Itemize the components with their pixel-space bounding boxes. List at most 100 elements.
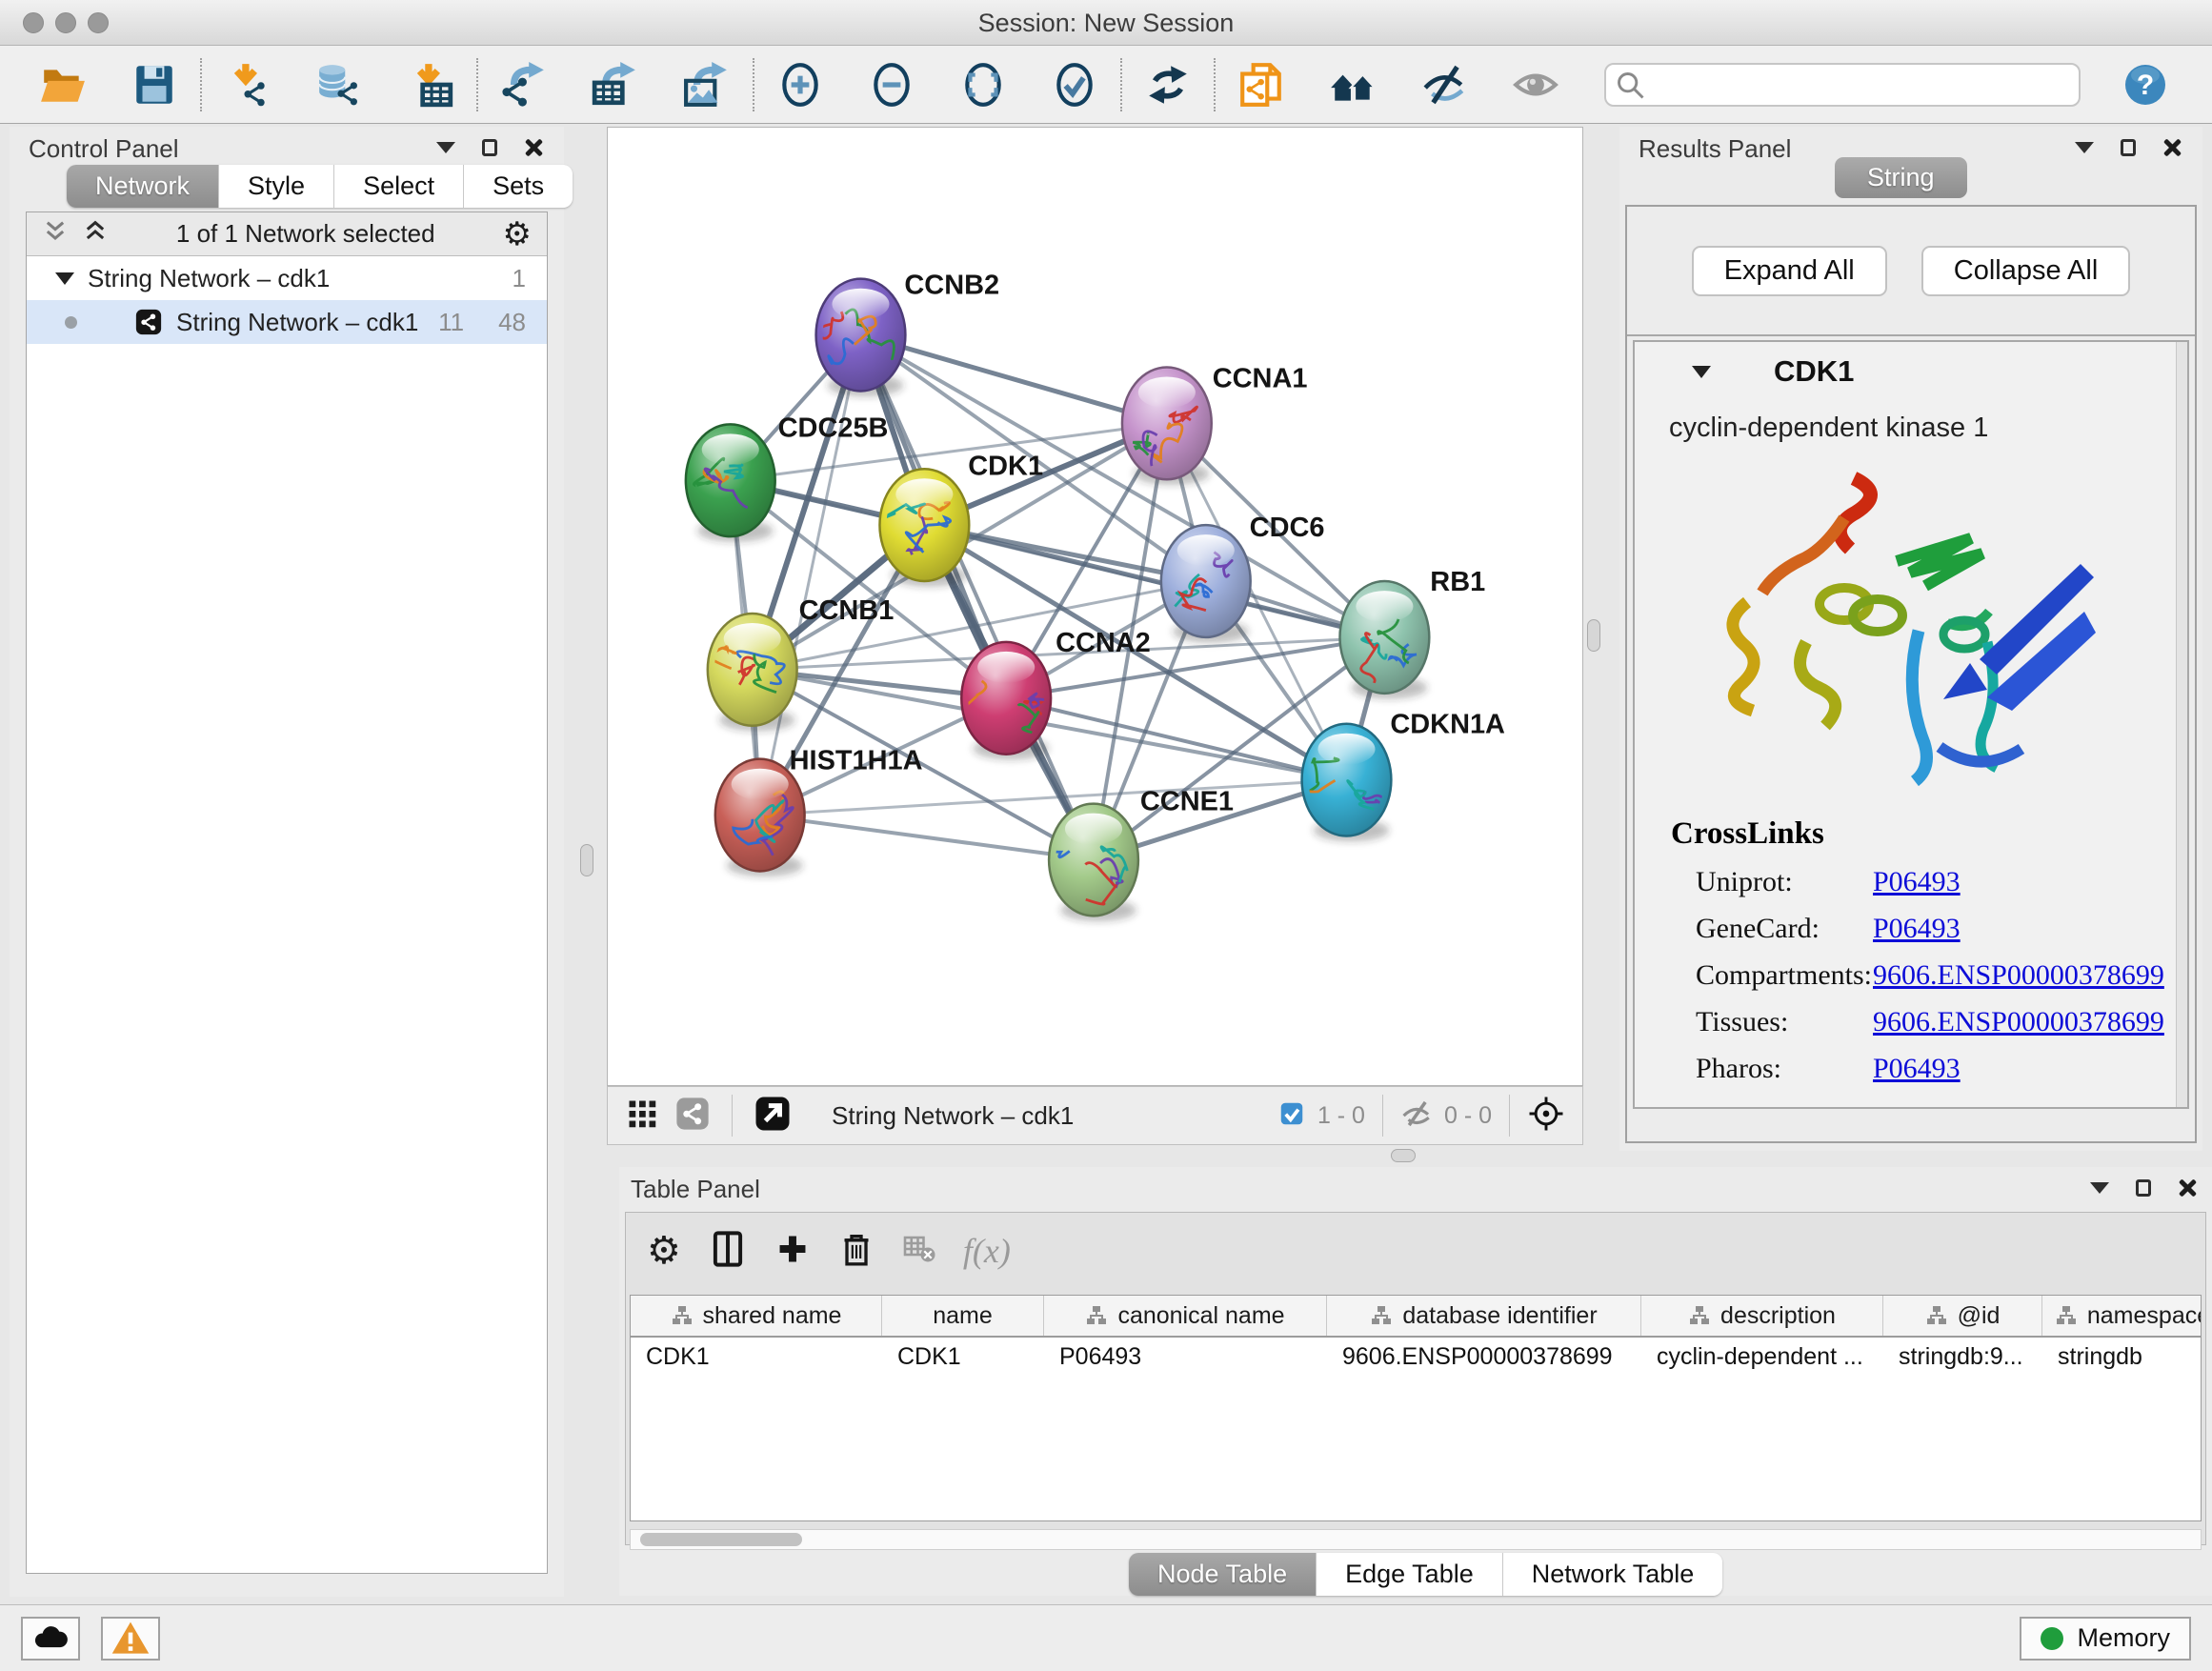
birds-eye-view-icon[interactable] bbox=[754, 1095, 792, 1137]
edge-CCNB2-CCNA1[interactable] bbox=[860, 335, 1166, 424]
search-input[interactable] bbox=[1604, 63, 2081, 107]
save-session-button[interactable] bbox=[130, 60, 179, 110]
node-RB1[interactable]: RB1 bbox=[1339, 567, 1485, 699]
node-CCNB2[interactable]: CCNB2 bbox=[815, 271, 999, 397]
toolbar-separator bbox=[753, 58, 754, 111]
column-header-name[interactable]: name bbox=[882, 1296, 1044, 1336]
window-title: Session: New Session bbox=[0, 9, 2212, 38]
warning-button[interactable] bbox=[101, 1617, 160, 1661]
network-row[interactable]: String Network – cdk1 11 48 bbox=[27, 300, 547, 344]
node-CCNA1[interactable]: CCNA1 bbox=[1122, 363, 1307, 485]
crosslink-link[interactable]: P06493 bbox=[1873, 1053, 1961, 1084]
tab-string[interactable]: String bbox=[1835, 157, 1967, 198]
node-CDC6[interactable]: CDC6 bbox=[1161, 513, 1325, 643]
node-label-HIST1H1A: HIST1H1A bbox=[790, 746, 923, 776]
gene-collapse-icon[interactable] bbox=[1692, 366, 1711, 378]
panel-close-icon[interactable] bbox=[524, 138, 543, 157]
results-menu-icon[interactable] bbox=[2075, 142, 2094, 153]
zoom-selected-button[interactable] bbox=[1050, 60, 1099, 110]
grid-view-icon[interactable] bbox=[625, 1097, 659, 1136]
open-file-button[interactable] bbox=[38, 60, 88, 110]
table-menu-icon[interactable] bbox=[2090, 1182, 2109, 1194]
column-header-label: canonical name bbox=[1117, 1302, 1284, 1330]
network-options-gear-icon[interactable]: ⚙ bbox=[503, 218, 532, 251]
selected-nodes-checkbox-icon[interactable] bbox=[1277, 1099, 1306, 1133]
collapse-all-icon[interactable] bbox=[42, 218, 69, 250]
string-network-gray-icon[interactable] bbox=[674, 1096, 711, 1137]
delete-column-trash-icon[interactable] bbox=[837, 1230, 875, 1273]
import-table-file-button[interactable] bbox=[406, 60, 455, 110]
export-table-button[interactable] bbox=[591, 60, 640, 110]
column-header-label: namespace bbox=[2087, 1302, 2202, 1330]
expand-all-button[interactable]: Expand All bbox=[1692, 246, 1887, 296]
import-network-database-button[interactable] bbox=[314, 60, 364, 110]
tab-network-table[interactable]: Network Table bbox=[1503, 1553, 1723, 1596]
cloud-button[interactable] bbox=[21, 1617, 80, 1661]
crosslink-link[interactable]: P06493 bbox=[1873, 866, 1961, 897]
refresh-view-button[interactable] bbox=[1143, 60, 1193, 110]
zoom-out-button[interactable] bbox=[867, 60, 916, 110]
tab-style[interactable]: Style bbox=[219, 165, 334, 208]
home-networks-button[interactable] bbox=[1328, 60, 1377, 110]
tab-edge-table[interactable]: Edge Table bbox=[1317, 1553, 1503, 1596]
add-column-icon[interactable] bbox=[774, 1231, 811, 1272]
memory-button[interactable]: Memory bbox=[2020, 1617, 2191, 1661]
edge-HIST1H1A-CCNE1[interactable] bbox=[760, 815, 1094, 860]
column-header-canonical-name[interactable]: canonical name bbox=[1044, 1296, 1327, 1336]
save-session-icon bbox=[131, 61, 178, 109]
table-float-icon[interactable] bbox=[2136, 1179, 2151, 1197]
import-network-file-button[interactable] bbox=[223, 60, 272, 110]
column-header-shared-name[interactable]: shared name bbox=[631, 1296, 882, 1336]
crosslink-link[interactable]: 9606.ENSP00000378699 bbox=[1873, 959, 2164, 991]
crosslink-link[interactable]: 9606.ENSP00000378699 bbox=[1873, 1006, 2164, 1037]
select-columns-icon[interactable] bbox=[708, 1229, 748, 1274]
show-panel-button[interactable] bbox=[1511, 60, 1560, 110]
edge-CCNB2-HIST1H1A[interactable] bbox=[760, 335, 861, 815]
fit-selection-crosshair-icon[interactable] bbox=[1527, 1095, 1565, 1137]
node-CDC25B[interactable]: CDC25B bbox=[686, 413, 889, 542]
node-CCNE1[interactable]: CCNE1 bbox=[1028, 787, 1234, 922]
tab-select[interactable]: Select bbox=[334, 165, 464, 208]
results-float-icon[interactable] bbox=[2121, 139, 2136, 156]
hide-panels-button[interactable] bbox=[1419, 60, 1469, 110]
network-canvas[interactable]: CCNB2CCNA1CDC25BCDK1CDC6RB1CCNB1CCNA2CDK… bbox=[607, 127, 1583, 1086]
crosslink-link[interactable]: P06493 bbox=[1873, 913, 1961, 944]
table-gear-icon[interactable]: ⚙ bbox=[647, 1232, 681, 1270]
column-header-database-identifier[interactable]: database identifier bbox=[1327, 1296, 1641, 1336]
gene-card-scrollbar[interactable] bbox=[2176, 342, 2187, 1107]
panel-menu-icon[interactable] bbox=[436, 142, 455, 153]
table-panel-title: Table Panel bbox=[631, 1175, 760, 1204]
clone-network-button[interactable] bbox=[1237, 60, 1286, 110]
column-header-description[interactable]: description bbox=[1641, 1296, 1883, 1336]
export-network-button[interactable] bbox=[499, 60, 549, 110]
panel-float-icon[interactable] bbox=[482, 139, 497, 156]
collection-expand-icon[interactable] bbox=[55, 272, 74, 285]
tab-node-table[interactable]: Node Table bbox=[1129, 1553, 1317, 1596]
collapse-all-button[interactable]: Collapse All bbox=[1921, 246, 2131, 296]
node-CDKN1A[interactable]: CDKN1A bbox=[1280, 710, 1505, 842]
zoom-in-button[interactable] bbox=[775, 60, 825, 110]
table-row[interactable]: CDK1CDK1P064939606.ENSP00000378699cyclin… bbox=[631, 1338, 2201, 1378]
expand-all-icon[interactable] bbox=[82, 218, 109, 250]
node-label-CCNA1: CCNA1 bbox=[1213, 363, 1308, 393]
memory-label: Memory bbox=[2077, 1623, 2170, 1653]
table-close-icon[interactable] bbox=[2178, 1178, 2197, 1198]
network-collection-row[interactable]: String Network – cdk1 1 bbox=[27, 256, 547, 300]
zoom-fit-button[interactable] bbox=[958, 60, 1008, 110]
results-close-icon[interactable] bbox=[2162, 138, 2182, 157]
table-cell: P06493 bbox=[1044, 1338, 1327, 1378]
right-splitter-handle[interactable] bbox=[1587, 619, 1600, 652]
control-panel-tabs: NetworkStyleSelectSets bbox=[67, 165, 573, 208]
tab-network[interactable]: Network bbox=[67, 165, 219, 208]
column-header--id[interactable]: @id bbox=[1883, 1296, 2042, 1336]
tab-sets[interactable]: Sets bbox=[464, 165, 573, 208]
help-button[interactable]: ? bbox=[2121, 60, 2170, 110]
export-image-button[interactable] bbox=[682, 60, 732, 110]
left-splitter-handle[interactable] bbox=[580, 844, 593, 876]
gene-card: CDK1 cyclin-dependent kinase 1 bbox=[1633, 340, 2189, 1109]
bottom-splitter-handle[interactable] bbox=[1391, 1149, 1416, 1162]
column-header-namespace[interactable]: namespace bbox=[2042, 1296, 2202, 1336]
table-horizontal-scrollbar[interactable] bbox=[630, 1529, 2202, 1550]
cloud-icon bbox=[30, 1618, 71, 1660]
edge-CCNB2-CCNE1[interactable] bbox=[860, 335, 1094, 860]
